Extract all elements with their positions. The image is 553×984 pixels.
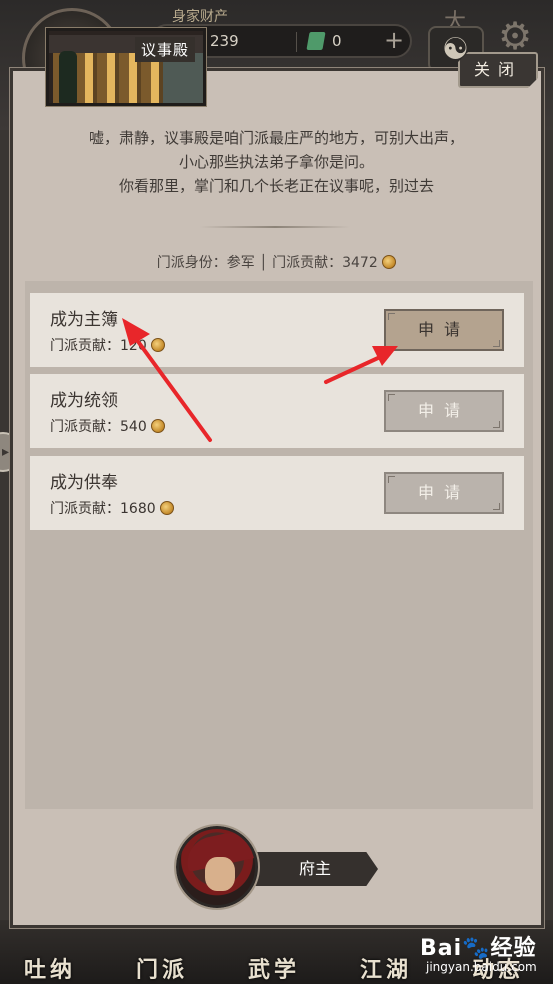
- silver-amount: 239: [210, 32, 239, 50]
- nav-tab-jianghu[interactable]: 江湖: [342, 930, 430, 984]
- sect-status-text: 门派身份：参军 │ 门派贡献：3472: [156, 255, 378, 271]
- watermark-logo: Bai🐾经验: [420, 936, 537, 961]
- tree: [59, 51, 77, 103]
- nav-tab-sect[interactable]: 门派: [118, 930, 206, 984]
- jade-amount: 0: [332, 32, 342, 50]
- dialogue-line: 嘘，肃静，议事殿是咱门派最庄严的地方，可别大出声，: [88, 129, 464, 147]
- nav-tab-label: 江湖: [359, 958, 412, 983]
- watermark-url: jingyan.baidu.com: [426, 960, 537, 974]
- contribution-coin-icon: [382, 255, 397, 269]
- position-title: 成为供奉: [50, 473, 118, 493]
- sect-status-line: 门派身份：参军 │ 门派贡献：3472: [0, 252, 553, 272]
- settings-gear-icon[interactable]: ⚙: [498, 14, 532, 58]
- tab-art: [352, 930, 420, 960]
- tab-art: [16, 930, 84, 960]
- position-cost: 门派贡献：540: [50, 416, 165, 436]
- ornamental-divider: [180, 222, 370, 232]
- tab-art: [128, 930, 196, 960]
- wealth-separator: [296, 32, 297, 52]
- apply-button[interactable]: 申请: [384, 390, 504, 432]
- baidu-jingyan-watermark: Bai🐾经验 jingyan.baidu.com: [420, 930, 537, 974]
- position-cost: 门派贡献：120: [50, 335, 165, 355]
- apply-button[interactable]: 申请: [384, 472, 504, 514]
- position-row: 成为供奉 门派贡献：1680 申请: [30, 456, 524, 530]
- position-cost-text: 门派贡献：1680: [50, 501, 156, 517]
- position-cost-text: 门派贡献：120: [50, 338, 147, 354]
- position-cost: 门派贡献：1680: [50, 498, 174, 518]
- jade-icon: [306, 32, 326, 50]
- contribution-coin-icon: [159, 501, 174, 515]
- position-title: 成为统领: [50, 391, 118, 411]
- wealth-label: 身家财产: [172, 9, 228, 25]
- position-row: 成为统领 门派贡献：540 申请: [30, 374, 524, 448]
- handle-icon: ▸: [2, 444, 10, 460]
- location-thumbnail: 议事殿: [45, 27, 207, 107]
- dialogue-line: 你看那里，掌门和几个长老正在议事呢，别过去: [118, 177, 434, 195]
- position-row: 成为主簿 门派贡献：120 申请: [30, 293, 524, 367]
- nav-tab-label: 门派: [135, 958, 188, 983]
- contribution-coin-icon: [150, 419, 165, 433]
- dialogue-line: 小心那些执法弟子拿你是问。: [178, 153, 374, 171]
- apply-button[interactable]: 申请: [384, 309, 504, 351]
- contribution-coin-icon: [150, 338, 165, 352]
- close-button[interactable]: 关闭: [458, 52, 538, 88]
- nav-tab-martial[interactable]: 武学: [230, 930, 318, 984]
- tab-art: [240, 930, 308, 960]
- nav-tab-label: 吐纳: [23, 958, 76, 983]
- position-title: 成为主簿: [50, 310, 118, 330]
- character-portrait[interactable]: [174, 824, 260, 910]
- location-title: 议事殿: [135, 37, 196, 62]
- nav-tab-tuna[interactable]: 吐纳: [6, 930, 94, 984]
- add-currency-button[interactable]: +: [384, 26, 404, 54]
- position-cost-text: 门派贡献：540: [50, 419, 147, 435]
- portrait-face: [205, 857, 235, 891]
- nav-tab-label: 武学: [247, 958, 300, 983]
- npc-dialogue: 嘘，肃静，议事殿是咱门派最庄严的地方，可别大出声， 小心那些执法弟子拿你是问。 …: [0, 126, 553, 198]
